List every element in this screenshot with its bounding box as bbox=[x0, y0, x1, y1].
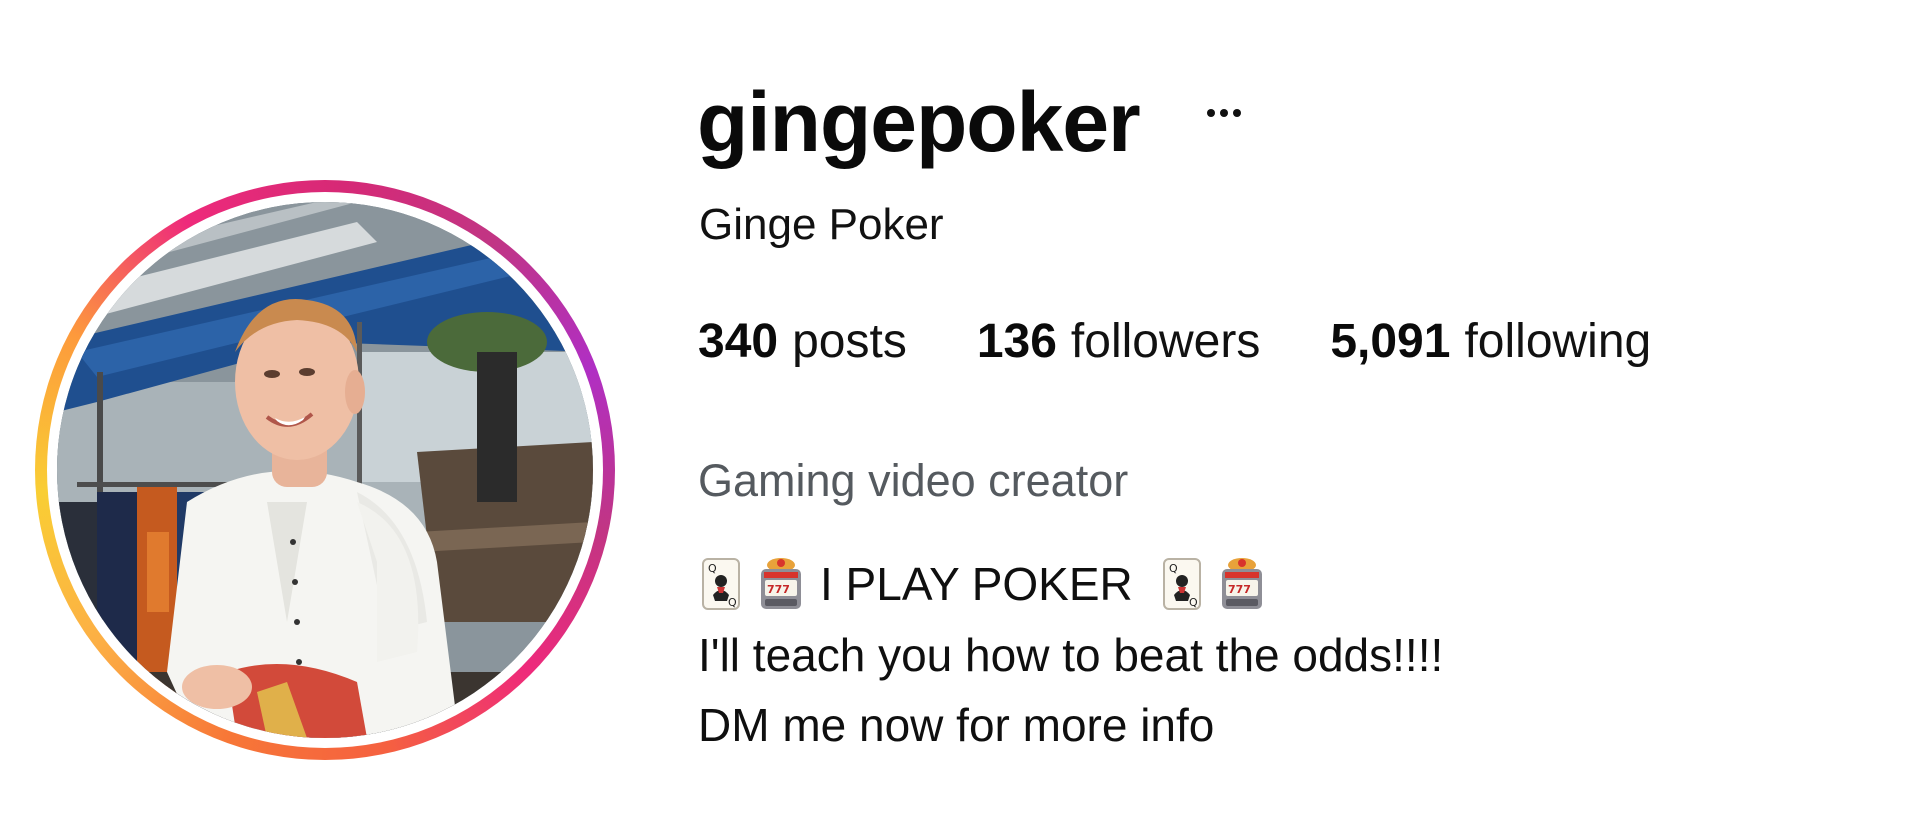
profile-stats: 340 posts 136 followers 5,091 following bbox=[698, 318, 1651, 374]
playing-card-icon: Q Q bbox=[1159, 556, 1205, 612]
slot-machine-icon: 777 bbox=[1219, 556, 1265, 612]
stat-posts-value: 340 bbox=[698, 315, 779, 368]
stat-following-label: following bbox=[1464, 315, 1652, 368]
slot-machine-icon: 777 bbox=[758, 556, 804, 612]
avatar-photo-icon bbox=[57, 202, 593, 738]
bio-line-3: DM me now for more info bbox=[698, 699, 1215, 751]
playing-card-icon: Q Q bbox=[698, 556, 744, 612]
stat-following[interactable]: 5,091 following bbox=[1330, 318, 1651, 366]
stat-followers[interactable]: 136 followers bbox=[977, 318, 1261, 366]
stat-followers-label: followers bbox=[1070, 315, 1261, 368]
stat-posts-label: posts bbox=[792, 315, 907, 368]
svg-text:Q: Q bbox=[1169, 562, 1178, 575]
svg-text:Q: Q bbox=[1189, 596, 1198, 609]
display-name: Ginge Poker bbox=[699, 200, 944, 249]
svg-text:777: 777 bbox=[767, 583, 790, 596]
profile-category: Gaming video creator bbox=[698, 455, 1129, 506]
story-ring[interactable] bbox=[35, 180, 615, 760]
avatar-ring-gap bbox=[47, 192, 603, 748]
bio-headline-text: I PLAY POKER bbox=[820, 558, 1133, 610]
more-horizontal-icon bbox=[1207, 109, 1241, 117]
profile-header: gingepoker Ginge Poker 340 posts 136 fol… bbox=[0, 0, 1909, 824]
stat-followers-value: 136 bbox=[976, 315, 1057, 368]
bio-headline: Q Q 777 I PLAY POKER Q Q 777 bbox=[698, 556, 1265, 612]
bio-line-2: I'll teach you how to beat the odds!!!! bbox=[698, 629, 1444, 681]
avatar[interactable] bbox=[57, 202, 593, 738]
stat-posts[interactable]: 340 posts bbox=[698, 318, 907, 366]
username: gingepoker bbox=[697, 75, 1141, 169]
svg-text:777: 777 bbox=[1228, 583, 1251, 596]
stat-following-value: 5,091 bbox=[1330, 315, 1451, 368]
svg-text:Q: Q bbox=[728, 596, 737, 609]
more-options-button[interactable] bbox=[1198, 92, 1250, 134]
svg-text:Q: Q bbox=[708, 562, 717, 575]
